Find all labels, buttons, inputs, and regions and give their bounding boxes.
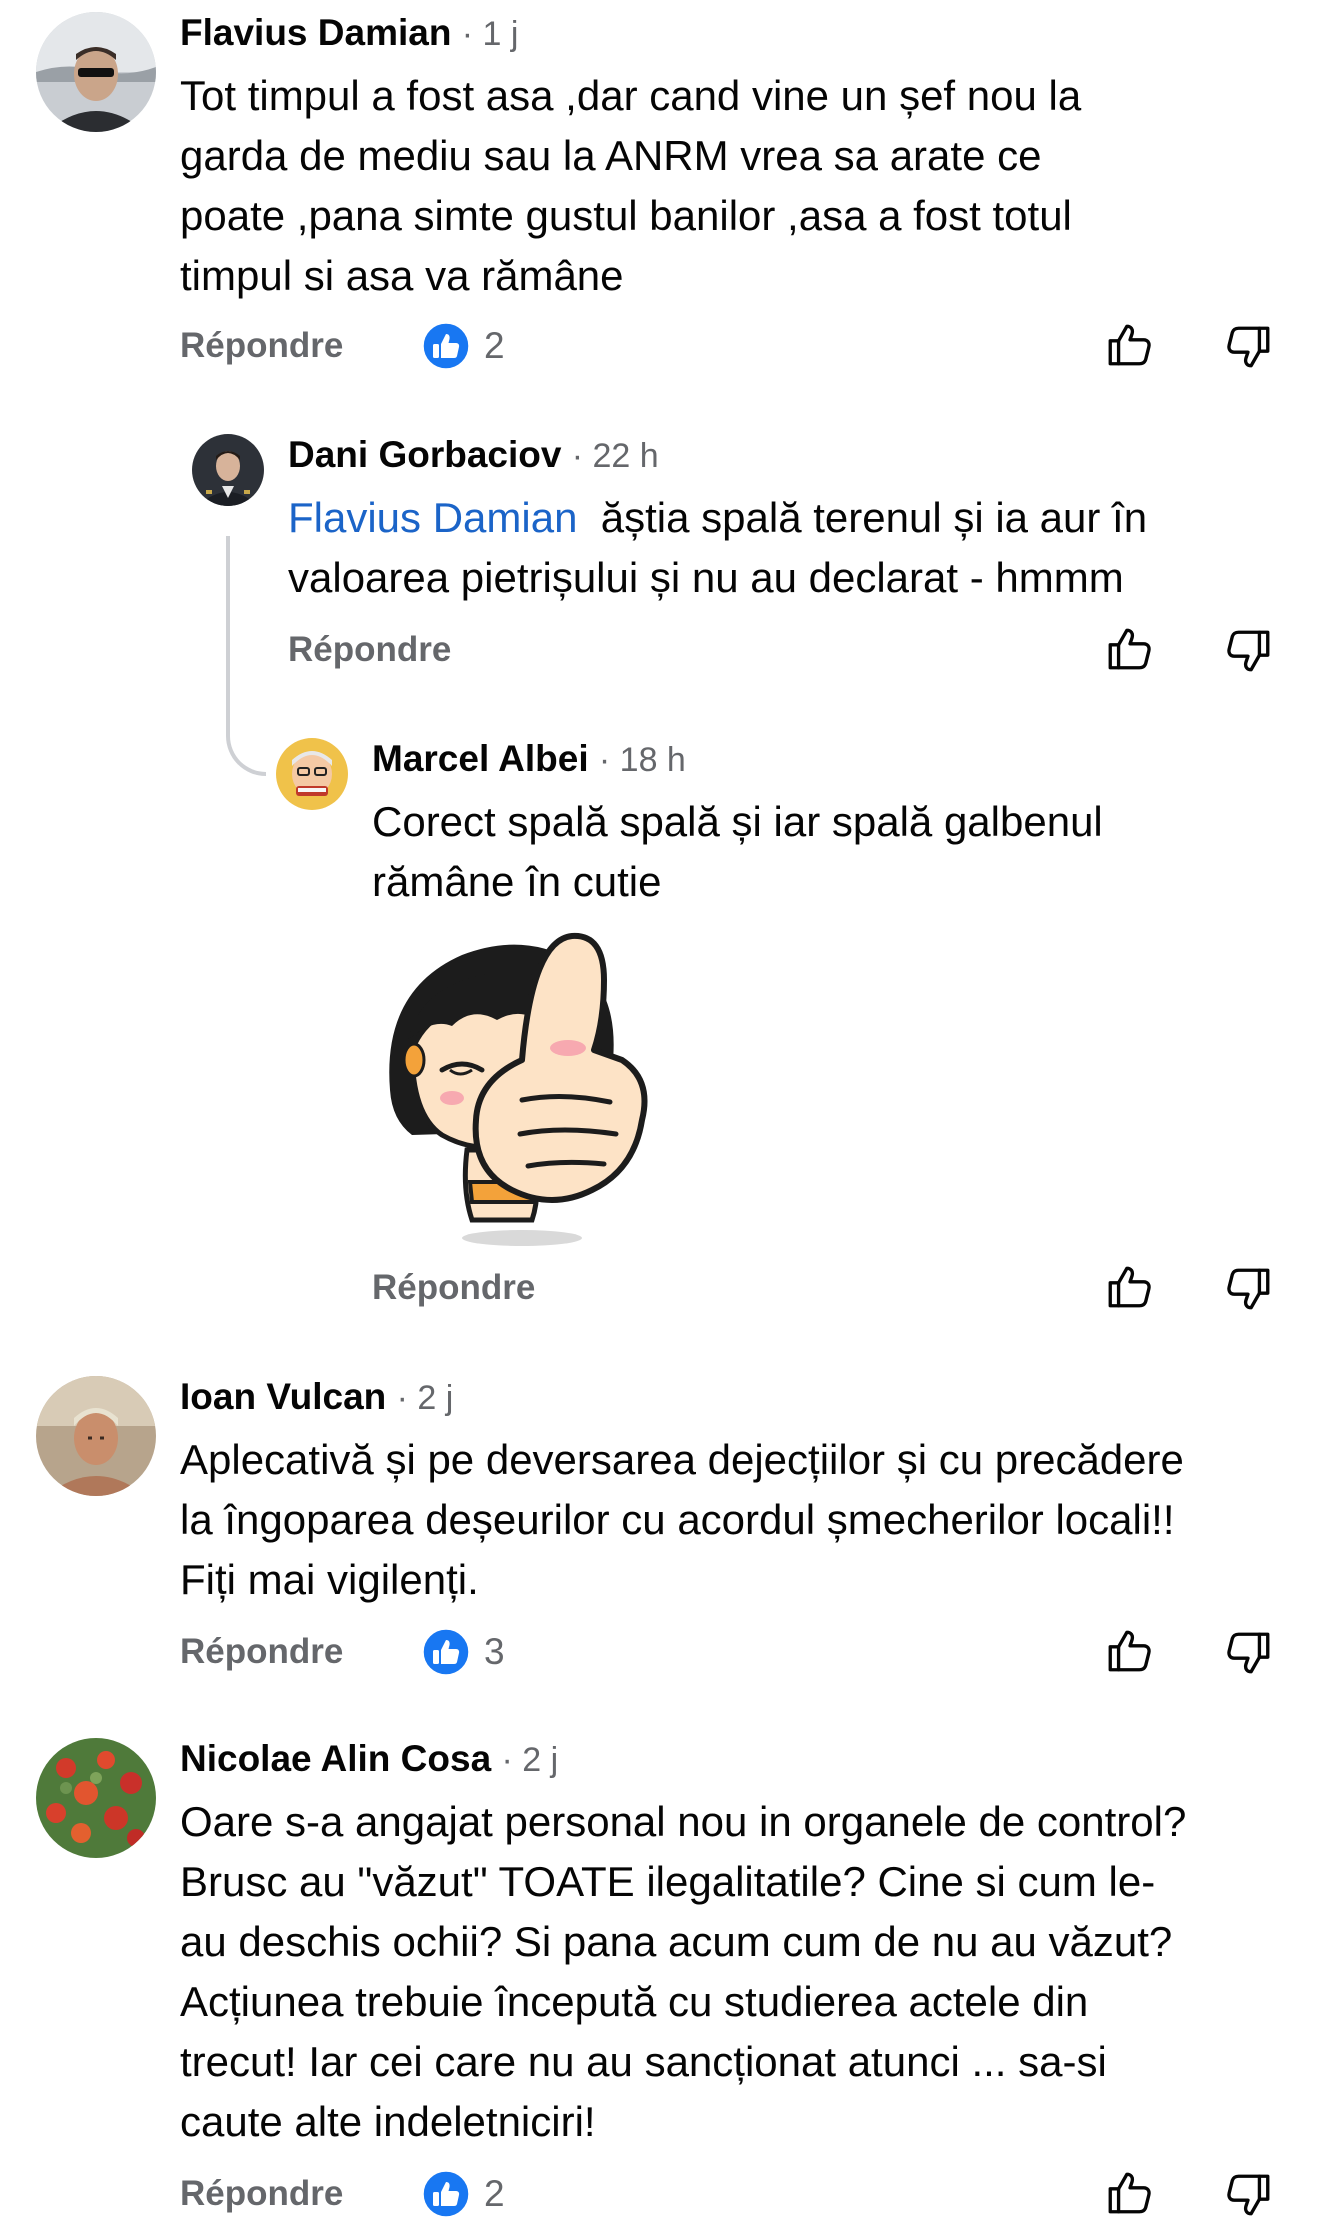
thumbs-up-icon[interactable] [1104,1262,1154,1312]
reply-button[interactable]: Répondre [180,1632,343,1672]
sticker-image [389,932,648,1246]
comment-actions: Répondre 3 [0,1624,1320,1684]
comment-line: valoarea pietrișului și nu au declarat -… [288,554,1124,601]
thumbs-up-icon[interactable] [1104,2168,1154,2218]
comment-line: trecut! Iar cei care nu au sancționat at… [180,2038,1107,2085]
comment-line: la îngoparea deșeurilor cu acordul șmech… [180,1496,1175,1543]
comment-line: Aplecativă și pe deversarea dejecțiilor … [180,1436,1184,1483]
comment-actions: Répondre [0,1260,1320,1320]
comment-header: Dani Gorbaciov · 22 h [288,434,659,476]
thumbs-up-icon[interactable] [1104,624,1154,674]
reaction-summary[interactable]: 2 [422,322,505,370]
comment-header: Nicolae Alin Cosa · 2 j [180,1738,558,1780]
like-count: 3 [484,1631,505,1672]
author-name[interactable]: Dani Gorbaciov [288,434,561,475]
comment-line: Acțiunea trebuie începută cu studierea a… [180,1978,1089,2025]
thumbs-up-girl-sticker[interactable] [372,920,702,1250]
like-reaction-icon [422,322,470,370]
avatar[interactable] [36,1376,156,1496]
comment-line-rest: ăștia spală terenul și ia aur în [577,494,1148,541]
reply-button[interactable]: Répondre [372,1268,535,1308]
comment-header: Marcel Albei · 18 h [372,738,686,780]
thumbs-down-icon[interactable] [1224,322,1274,372]
like-reaction-icon [422,2170,470,2218]
comment-header: Flavius Damian · 1 j [180,12,518,54]
comment-text: Oare s-a angajat personal nou in organel… [180,1792,1186,2152]
avatar[interactable] [192,434,264,506]
timestamp[interactable]: · 1 j [462,15,519,53]
comment-line: Brusc au "văzut" TOATE ilegalitatile? Ci… [180,1858,1156,1905]
mention-link[interactable]: Flavius Damian [288,494,577,541]
thumbs-down-icon[interactable] [1224,2170,1274,2220]
thumbs-down-icon[interactable] [1224,626,1274,676]
comment-header: Ioan Vulcan · 2 j [180,1376,453,1418]
comment-line: Oare s-a angajat personal nou in organel… [180,1798,1187,1845]
comment-line: poate ,pana simte gustul banilor ,asa a … [180,192,1072,239]
thumbs-up-icon[interactable] [1104,1626,1154,1676]
comment-text: Flavius Damian ăștia spală terenul și ia… [288,488,1147,608]
like-count: 2 [484,2173,505,2214]
like-count: 2 [484,325,505,366]
comment-line: Tot timpul a fost asa ,dar cand vine un … [180,72,1082,119]
thread-line [226,700,266,776]
author-name[interactable]: Nicolae Alin Cosa [180,1738,491,1779]
thumbs-down-icon[interactable] [1224,1628,1274,1678]
comment-text: Corect spală spală și iar spală galbenul… [372,792,1103,912]
author-name[interactable]: Marcel Albei [372,738,589,779]
comment-line: Fiți mai vigilenți. [180,1556,479,1603]
timestamp[interactable]: · 18 h [599,741,686,779]
comment-line: au deschis ochii? Si pana acum cum de nu… [180,1918,1173,1965]
avatar[interactable] [276,738,348,810]
timestamp[interactable]: · 2 j [397,1379,454,1417]
author-name[interactable]: Flavius Damian [180,12,451,53]
timestamp[interactable]: · 2 j [501,1741,558,1779]
timestamp[interactable]: · 22 h [572,437,659,475]
comment-text: Aplecativă și pe deversarea dejecțiilor … [180,1430,1184,1610]
author-name[interactable]: Ioan Vulcan [180,1376,386,1417]
comment-actions: Répondre [0,622,1320,682]
comment-line: garda de mediu sau la ANRM vrea sa arate… [180,132,1042,179]
comment-line: rămâne în cutie [372,858,662,905]
comment-actions: Répondre 2 [0,318,1320,378]
thumbs-up-icon[interactable] [1104,320,1154,370]
reply-button[interactable]: Répondre [180,2174,343,2214]
reaction-summary[interactable]: 3 [422,1628,505,1676]
avatar[interactable] [36,12,156,132]
reply-button[interactable]: Répondre [288,630,451,670]
thumbs-down-icon[interactable] [1224,1264,1274,1314]
comment-line: caute alte indeletniciri! [180,2098,596,2145]
reply-button[interactable]: Répondre [180,326,343,366]
reaction-summary[interactable]: 2 [422,2170,505,2218]
like-reaction-icon [422,1628,470,1676]
comment-actions: Répondre 2 [0,2166,1320,2226]
comment-line: Corect spală spală și iar spală galbenul [372,798,1103,845]
comment-line: Flavius Damian ăștia spală terenul și ia… [288,488,1147,548]
comment-text: Tot timpul a fost asa ,dar cand vine un … [180,66,1081,306]
comment-line: timpul si asa va rămâne [180,252,624,299]
avatar[interactable] [36,1738,156,1858]
